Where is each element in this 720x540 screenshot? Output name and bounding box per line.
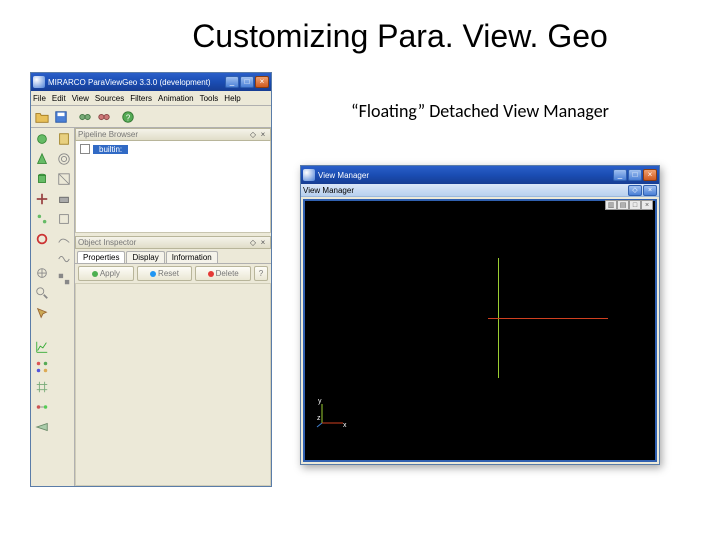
inspector-button-row: Apply Reset Delete ?: [75, 264, 271, 284]
menu-filters[interactable]: Filters: [130, 94, 152, 103]
apply-label: Apply: [100, 269, 120, 278]
minimize-button[interactable]: _: [225, 76, 239, 88]
mesh-icon[interactable]: [33, 378, 51, 396]
pipeline-item-label: builtin:: [93, 145, 128, 154]
menu-tools[interactable]: Tools: [200, 94, 219, 103]
stream-filter-icon[interactable]: [55, 230, 73, 248]
disconnect-icon[interactable]: [95, 108, 113, 126]
object-inspector-header[interactable]: Object Inspector ◇ ×: [75, 236, 271, 249]
paraview-main-window: MIRARCO ParaViewGeo 3.3.0 (development) …: [30, 72, 272, 487]
help-button[interactable]: ?: [254, 266, 268, 281]
viewport-close-icon[interactable]: ×: [641, 200, 653, 210]
connect-icon[interactable]: [76, 108, 94, 126]
visibility-toggle-icon[interactable]: [80, 144, 90, 154]
tab-information[interactable]: Information: [166, 251, 218, 263]
main-toolbar: ?: [31, 106, 271, 128]
open-icon[interactable]: [33, 108, 51, 126]
side-toolbar-left: [31, 128, 53, 486]
pick-icon[interactable]: [33, 304, 51, 322]
glyph-source-icon[interactable]: [33, 210, 51, 228]
svg-text:?: ?: [126, 113, 131, 122]
delete-label: Delete: [216, 269, 239, 278]
reset-button[interactable]: Reset: [137, 266, 193, 281]
slide-caption: “Floating” Detached View Manager: [350, 100, 610, 122]
object-inspector-label: Object Inspector: [78, 238, 136, 247]
svg-text:y: y: [318, 398, 322, 405]
contour-filter-icon[interactable]: [55, 150, 73, 168]
app-titlebar[interactable]: MIRARCO ParaViewGeo 3.3.0 (development) …: [31, 73, 271, 91]
delete-button[interactable]: Delete: [195, 266, 251, 281]
vm-titlebar[interactable]: View Manager _ □ ×: [301, 166, 659, 184]
app-icon: [33, 76, 45, 88]
warp-filter-icon[interactable]: [55, 250, 73, 268]
orientation-axes-icon: y z x: [317, 398, 347, 430]
menu-help[interactable]: Help: [224, 94, 240, 103]
save-icon[interactable]: [52, 108, 70, 126]
viewport-max-icon[interactable]: □: [629, 200, 641, 210]
dock-close-icon[interactable]: ×: [258, 130, 268, 139]
tab-properties[interactable]: Properties: [77, 251, 125, 263]
pipeline-browser-body[interactable]: builtin:: [75, 141, 271, 233]
cone-source-icon[interactable]: [33, 150, 51, 168]
tab-display[interactable]: Display: [126, 251, 164, 263]
vm-app-icon: [303, 169, 315, 181]
viewport-split-h-icon[interactable]: ▥: [605, 200, 617, 210]
reset-camera-icon[interactable]: [33, 264, 51, 282]
pipeline-browser-header[interactable]: Pipeline Browser ◇ ×: [75, 128, 271, 141]
view-manager-window: View Manager _ □ × View Manager ◇ × ▥ ▤ …: [300, 165, 660, 465]
extract-filter-icon[interactable]: [55, 210, 73, 228]
apply-button[interactable]: Apply: [78, 266, 134, 281]
menu-animation[interactable]: Animation: [158, 94, 194, 103]
clip-filter-icon[interactable]: [55, 170, 73, 188]
dock-float-icon[interactable]: ◇: [248, 130, 258, 139]
app-title: MIRARCO ParaViewGeo 3.3.0 (development): [48, 78, 225, 87]
close-button[interactable]: ×: [255, 76, 269, 88]
pipeline-item-builtin[interactable]: builtin:: [80, 144, 266, 154]
vm-dock-header[interactable]: View Manager ◇ ×: [301, 184, 659, 197]
glyph-filter-icon[interactable]: [33, 358, 51, 376]
menu-sources[interactable]: Sources: [95, 94, 124, 103]
side-toolbar-right: [53, 128, 75, 486]
viewport-split-v-icon[interactable]: ▤: [617, 200, 629, 210]
menu-view[interactable]: View: [72, 94, 89, 103]
vm-title: View Manager: [318, 171, 613, 180]
zoom-icon[interactable]: [33, 284, 51, 302]
threshold-filter-icon[interactable]: [55, 190, 73, 208]
inspector-tabs: Properties Display Information: [75, 249, 271, 264]
reset-label: Reset: [158, 269, 179, 278]
inspector-body: [75, 284, 271, 486]
calculator-filter-icon[interactable]: [55, 130, 73, 148]
dock-float-icon[interactable]: ◇: [248, 238, 258, 247]
axes-source-icon[interactable]: [33, 190, 51, 208]
help-icon[interactable]: ?: [119, 108, 137, 126]
vm-dock-float-icon[interactable]: ◇: [628, 185, 642, 196]
sphere-source-icon[interactable]: [33, 130, 51, 148]
render-viewport[interactable]: ▥ ▤ □ × y z x: [303, 199, 657, 462]
menubar: File Edit View Sources Filters Animation…: [31, 91, 271, 106]
tube-source-icon[interactable]: [33, 230, 51, 248]
vm-dock-close-icon[interactable]: ×: [643, 185, 657, 196]
vm-close-button[interactable]: ×: [643, 169, 657, 181]
cylinder-source-icon[interactable]: [33, 170, 51, 188]
chart-icon[interactable]: [33, 338, 51, 356]
maximize-button[interactable]: □: [240, 76, 254, 88]
vm-maximize-button[interactable]: □: [628, 169, 642, 181]
vm-dock-label: View Manager: [303, 186, 354, 195]
slice-icon[interactable]: [33, 418, 51, 436]
connectivity-icon[interactable]: [33, 398, 51, 416]
pipeline-browser-label: Pipeline Browser: [78, 130, 138, 139]
slide-title: Customizing Para. View. Geo: [0, 0, 720, 63]
group-filter-icon[interactable]: [55, 270, 73, 288]
vm-minimize-button[interactable]: _: [613, 169, 627, 181]
menu-edit[interactable]: Edit: [52, 94, 66, 103]
svg-text:x: x: [343, 422, 347, 429]
dock-close-icon[interactable]: ×: [258, 238, 268, 247]
svg-text:z: z: [317, 415, 321, 422]
menu-file[interactable]: File: [33, 94, 46, 103]
